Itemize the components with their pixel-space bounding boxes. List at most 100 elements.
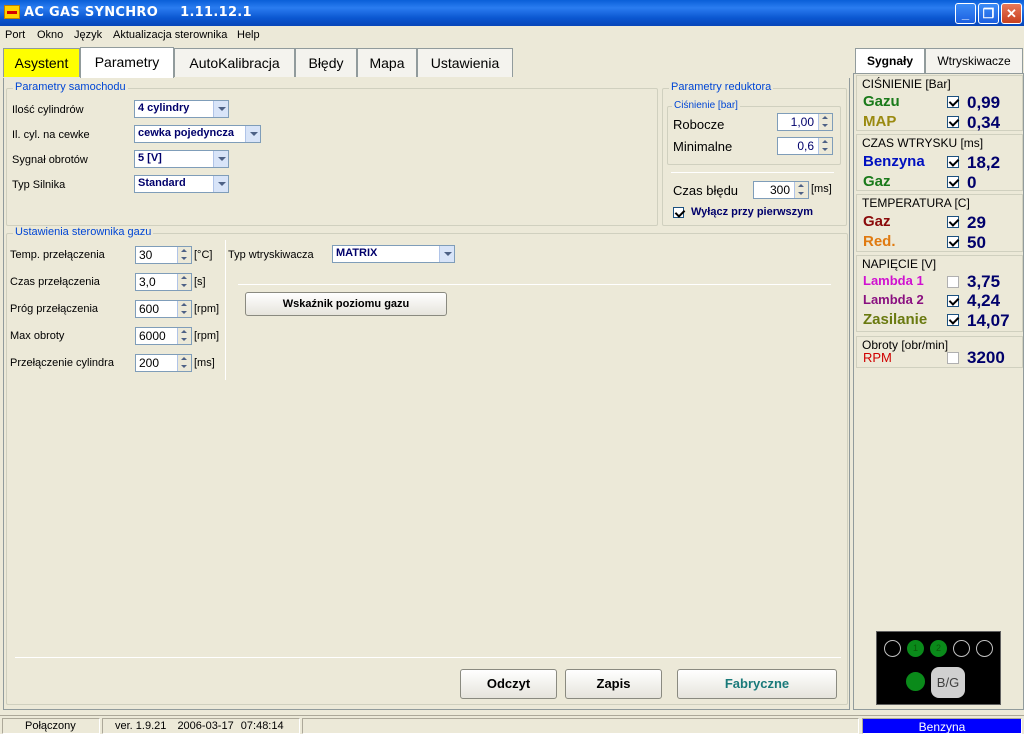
tab-parametry[interactable]: Parametry xyxy=(80,47,174,78)
chevron-down-icon[interactable] xyxy=(245,126,260,142)
red-temp-checkbox[interactable] xyxy=(947,236,959,248)
max-obroty-spinner[interactable]: 6000 xyxy=(135,327,192,345)
tab-bledy[interactable]: Błędy xyxy=(295,48,357,77)
sygnal-obrotow-select[interactable]: 5 [V] xyxy=(134,150,229,168)
window-title: AC GAS SYNCHRO 1.11.12.1 xyxy=(24,5,252,20)
typ-silnika-label: Typ Silnika xyxy=(12,179,66,191)
temp-przelaczenia-label: Temp. przełączenia xyxy=(10,249,105,261)
prog-przelaczenia-label: Próg przełączenia xyxy=(10,303,99,315)
zasilanie-value: 14,07 xyxy=(967,311,1010,330)
rpm-checkbox[interactable] xyxy=(947,352,959,364)
tab-sygnaly[interactable]: Sygnały xyxy=(855,48,925,74)
fuel-mode-led-icon xyxy=(906,672,925,691)
spinner-arrows-icon[interactable] xyxy=(177,247,191,263)
benzyna-label: Benzyna xyxy=(863,153,925,170)
robocze-spinner[interactable]: 1,00 xyxy=(777,113,833,131)
tab-ustawienia[interactable]: Ustawienia xyxy=(417,48,513,77)
czas-bledu-spinner[interactable]: 300 xyxy=(753,181,809,199)
spinner-arrows-icon[interactable] xyxy=(177,328,191,344)
tab-asystent[interactable]: Asystent xyxy=(3,48,80,77)
chevron-down-icon[interactable] xyxy=(213,151,228,167)
temperatura-title: TEMPERATURA [C] xyxy=(862,196,970,210)
wylacz-label: Wyłącz przy pierwszym xyxy=(691,206,814,218)
led-icon xyxy=(953,640,970,657)
tab-autokalibracja[interactable]: AutoKalibracja xyxy=(174,48,295,77)
czas-bledu-unit: [ms] xyxy=(811,183,832,195)
gaz-temp-label: Gaz xyxy=(863,213,891,230)
obroty-group: Obroty [obr/min] RPM 3200 xyxy=(856,336,1023,368)
led-icon xyxy=(976,640,993,657)
temp-przelaczenia-spinner[interactable]: 30 xyxy=(135,246,192,264)
restore-button[interactable]: ❐ xyxy=(978,3,999,24)
chevron-down-icon[interactable] xyxy=(213,101,228,117)
spinner-arrows-icon[interactable] xyxy=(818,114,832,130)
sygnal-obrotow-label: Sygnał obrotów xyxy=(12,154,88,166)
close-button[interactable]: ✕ xyxy=(1001,3,1022,24)
lambda1-checkbox[interactable] xyxy=(947,276,959,288)
gazu-checkbox[interactable] xyxy=(947,96,959,108)
gaz-temp-checkbox[interactable] xyxy=(947,216,959,228)
menu-help[interactable]: Help xyxy=(237,29,260,41)
app-name: AC GAS SYNCHRO xyxy=(24,5,159,20)
cyl-na-cewke-select[interactable]: cewka pojedyncza xyxy=(134,125,261,143)
max-obroty-label: Max obroty xyxy=(10,330,65,342)
wylacz-checkbox[interactable] xyxy=(673,207,684,218)
bottom-divider xyxy=(15,657,841,658)
cisnienie-subtitle: Ciśnienie [bar] xyxy=(672,100,740,111)
spinner-arrows-icon[interactable] xyxy=(818,138,832,154)
ilosc-cylindrow-select[interactable]: 4 cylindry xyxy=(134,100,229,118)
chevron-down-icon[interactable] xyxy=(439,246,454,262)
cyl-na-cewke-value: cewka pojedyncza xyxy=(138,127,234,139)
przelaczenie-cylindra-value: 200 xyxy=(139,356,160,370)
spinner-arrows-icon[interactable] xyxy=(177,301,191,317)
czas-przelaczenia-value: 3,0 xyxy=(139,275,156,289)
parametry-reduktora-title: Parametry reduktora xyxy=(669,81,774,93)
ustawienia-gazu-group: Ustawienia sterownika gazu Temp. przełąc… xyxy=(6,226,848,705)
main-tabbar: Asystent Parametry AutoKalibracja Błędy … xyxy=(0,45,850,78)
fabryczne-button[interactable]: Fabryczne xyxy=(677,669,837,699)
typ-silnika-select[interactable]: Standard xyxy=(134,175,229,193)
benzyna-checkbox[interactable] xyxy=(947,156,959,168)
gaz-wtrysk-checkbox[interactable] xyxy=(947,176,959,188)
chevron-down-icon[interactable] xyxy=(213,176,228,192)
przelaczenie-cylindra-spinner[interactable]: 200 xyxy=(135,354,192,372)
menu-port[interactable]: Port xyxy=(5,29,25,41)
minimalne-spinner[interactable]: 0,6 xyxy=(777,137,833,155)
tab-mapa[interactable]: Mapa xyxy=(357,48,417,77)
zasilanie-checkbox[interactable] xyxy=(947,314,959,326)
map-checkbox[interactable] xyxy=(947,116,959,128)
menu-okno[interactable]: Okno xyxy=(37,29,63,41)
minimalne-label: Minimalne xyxy=(673,139,733,154)
menu-aktualizacja[interactable]: Aktualizacja sterownika xyxy=(113,29,227,41)
prog-przelaczenia-value: 600 xyxy=(139,302,160,316)
temp-przelaczenia-unit: [°C] xyxy=(194,249,213,261)
cisnienie-subgroup: Ciśnienie [bar] Robocze 1,00 Minimalne 0… xyxy=(667,100,841,165)
zapis-button[interactable]: Zapis xyxy=(565,669,662,699)
typ-silnika-value: Standard xyxy=(138,177,186,189)
robocze-value: 1,00 xyxy=(790,115,814,129)
czas-wtrysku-group: CZAS WTRYSKU [ms] Benzyna 18,2 Gaz 0 xyxy=(856,134,1023,192)
bg-switch-button[interactable]: B/G xyxy=(931,667,965,698)
spinner-arrows-icon[interactable] xyxy=(177,355,191,371)
czas-przelaczenia-spinner[interactable]: 3,0 xyxy=(135,273,192,291)
prog-przelaczenia-spinner[interactable]: 600 xyxy=(135,300,192,318)
menu-bar: Port Okno Język Aktualizacja sterownika … xyxy=(0,26,1024,45)
settings-vertical-divider xyxy=(225,240,226,380)
przelaczenie-cylindra-label: Przełączenie cylindra xyxy=(10,357,114,369)
status-mode: Benzyna xyxy=(862,718,1022,734)
lambda2-label: Lambda 2 xyxy=(863,292,924,307)
spinner-arrows-icon[interactable] xyxy=(794,182,808,198)
lambda2-checkbox[interactable] xyxy=(947,295,959,307)
minimize-button[interactable]: _ xyxy=(955,3,976,24)
max-obroty-value: 6000 xyxy=(139,329,166,343)
temp-przelaczenia-value: 30 xyxy=(139,248,153,262)
prog-przelaczenia-unit: [rpm] xyxy=(194,303,220,315)
odczyt-button[interactable]: Odczyt xyxy=(460,669,557,699)
spinner-arrows-icon[interactable] xyxy=(177,274,191,290)
typ-wtryskiwacza-select[interactable]: MATRIX xyxy=(332,245,455,263)
tab-wtryskiwacze[interactable]: Wtryskiwacze xyxy=(925,48,1023,74)
wskaznik-poziomu-gazu-button[interactable]: Wskaźnik poziomu gazu xyxy=(245,292,447,316)
cyl-na-cewke-label: Il. cyl. na cewke xyxy=(12,129,90,141)
menu-jezyk[interactable]: Język xyxy=(74,29,102,41)
parametry-samochodu-group: Parametry samochodu Ilość cylindrów 4 cy… xyxy=(6,81,658,226)
